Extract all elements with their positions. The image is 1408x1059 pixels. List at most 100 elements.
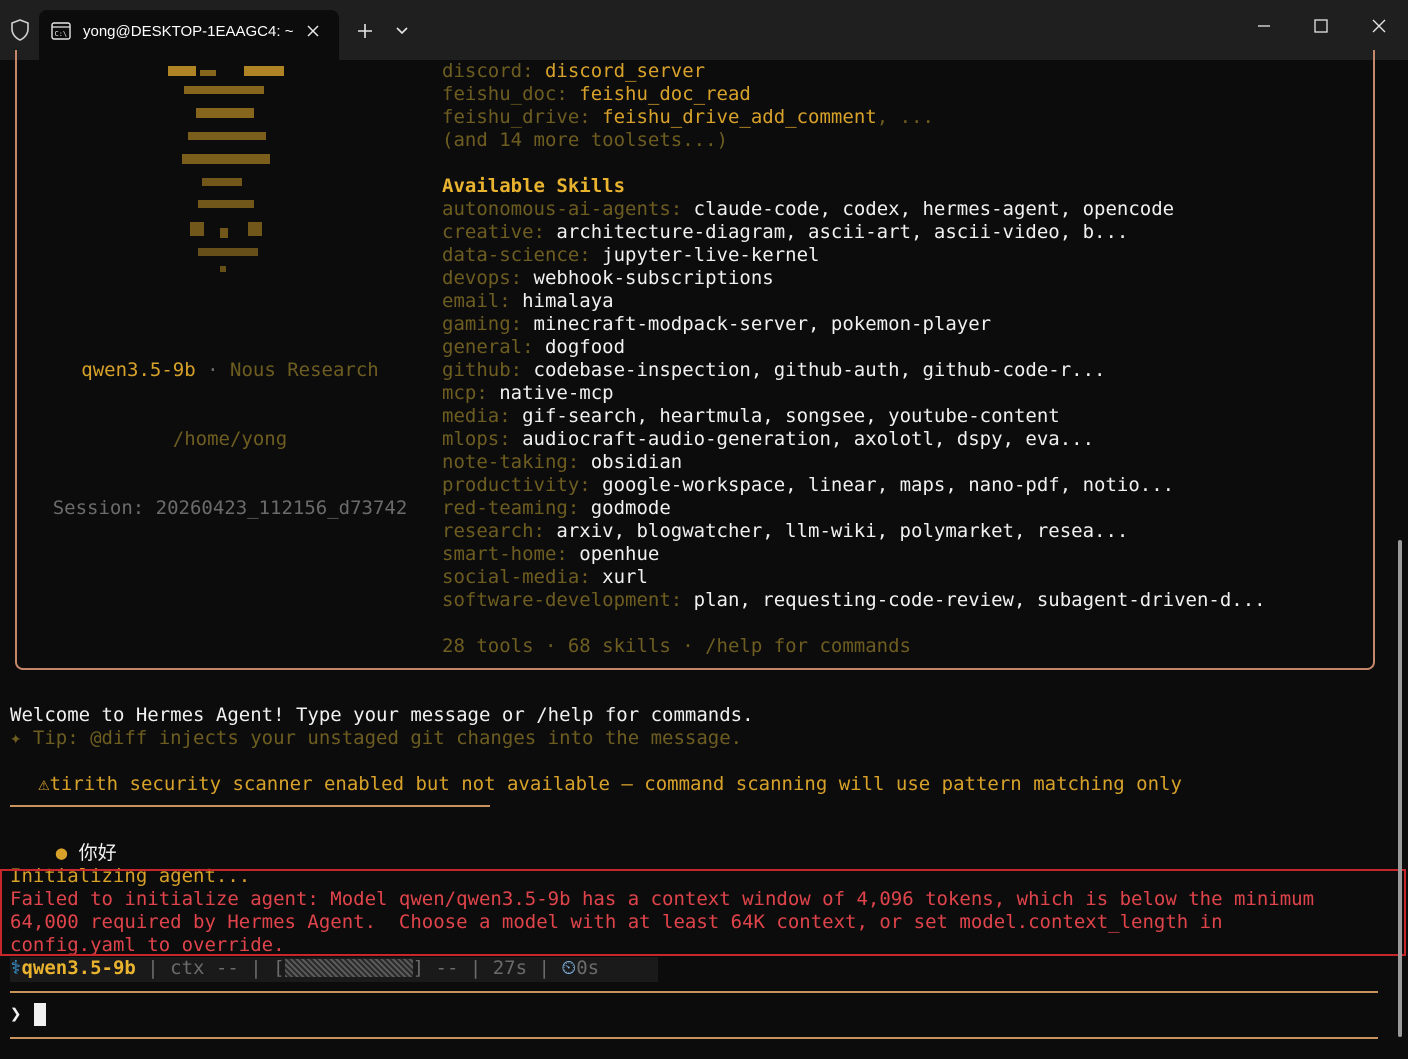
status-ctx: ctx --	[170, 957, 239, 979]
skill-row: email: himalaya	[442, 290, 614, 313]
model-separator: ·	[195, 359, 230, 381]
plus-icon[interactable]	[354, 20, 376, 42]
row-label: note-taking:	[442, 451, 591, 473]
toolset-row: feishu_drive: feishu_drive_add_comment, …	[442, 106, 934, 129]
toolset-row: discord: discord_server	[442, 60, 705, 83]
chevron-down-icon[interactable]	[393, 22, 411, 40]
skill-row: gaming: minecraft-modpack-server, pokemo…	[442, 313, 991, 336]
row-label: media:	[442, 405, 523, 427]
row-value: google-workspace, linear, maps, nano-pdf…	[602, 474, 1175, 496]
security-warning: ⚠tirith security scanner enabled but not…	[38, 773, 1182, 795]
row-label: email:	[442, 290, 523, 312]
caduceus-icon: ⚕	[10, 957, 22, 979]
model-name: qwen3.5-9b	[81, 359, 196, 381]
skill-row: red-teaming: godmode	[442, 497, 671, 520]
prompt-divider-top	[10, 991, 1378, 993]
skill-row: media: gif-search, heartmula, songsee, y…	[442, 405, 1060, 428]
tip-line: ✦ Tip: @diff injects your unstaged git c…	[10, 727, 743, 749]
row-label: productivity:	[442, 474, 603, 496]
row-label: mlops:	[442, 428, 523, 450]
skill-row: productivity: google-workspace, linear, …	[442, 474, 1174, 497]
row-label: mcp:	[442, 382, 500, 404]
row-label: social-media:	[442, 566, 603, 588]
skill-row: devops: webhook-subscriptions	[442, 267, 774, 290]
row-value: discord_server	[544, 60, 706, 82]
row-value: dogfood	[544, 336, 626, 358]
status-elapsed: 27s	[492, 957, 528, 979]
user-message: ● 你好	[10, 819, 117, 864]
user-bullet-icon: ●	[55, 842, 68, 864]
row-value: webhook-subscriptions	[533, 267, 774, 289]
row-value: gif-search, heartmula, songsee, youtube-…	[522, 405, 1060, 427]
shield-icon[interactable]	[8, 18, 32, 42]
svg-text:C:\: C:\	[55, 30, 68, 38]
terminal-output[interactable]: qwen3.5-9b · Nous Research /home/yong Se…	[0, 50, 1408, 1059]
close-icon[interactable]	[303, 21, 323, 41]
skill-row: software-development: plan, requesting-c…	[442, 589, 1266, 612]
scrollbar[interactable]	[1398, 540, 1402, 1037]
row-label: feishu_doc:	[442, 83, 580, 105]
row-value: audiocraft-audio-generation, axolotl, ds…	[522, 428, 1095, 450]
row-label: creative:	[442, 221, 557, 243]
skill-row: creative: architecture-diagram, ascii-ar…	[442, 221, 1128, 244]
row-label: data-science:	[442, 244, 603, 266]
row-value: minecraft-modpack-server, pokemon-player	[533, 313, 992, 335]
skill-row: data-science: jupyter-live-kernel	[442, 244, 820, 267]
error-highlight-box	[0, 869, 1406, 956]
row-value: codebase-inspection, github-auth, github…	[533, 359, 1106, 381]
row-value: xurl	[602, 566, 648, 588]
row-value: architecture-diagram, ascii-art, ascii-v…	[556, 221, 1129, 243]
skill-row: github: codebase-inspection, github-auth…	[442, 359, 1105, 382]
maximize-icon[interactable]	[1307, 12, 1335, 40]
row-value: feishu_drive_add_comment	[602, 106, 877, 128]
row-label: feishu_drive:	[442, 106, 603, 128]
skill-row: note-taking: obsidian	[442, 451, 682, 474]
divider-short	[10, 805, 490, 807]
prompt-divider-bottom	[10, 1037, 1378, 1039]
row-label: autonomous-ai-agents:	[442, 198, 694, 220]
window-close-icon[interactable]	[1365, 12, 1393, 40]
status-sep: |	[238, 957, 274, 979]
toolsets-more: (and 14 more toolsets...)	[442, 129, 728, 151]
minimize-icon[interactable]	[1250, 12, 1278, 40]
row-label: smart-home:	[442, 543, 580, 565]
row-suffix: , ...	[876, 106, 934, 128]
skill-row: research: arxiv, blogwatcher, llm-wiki, …	[442, 520, 1128, 543]
tab-title: yong@DESKTOP-1EAAGC4: ~	[83, 23, 294, 40]
row-label: devops:	[442, 267, 534, 289]
row-label: general:	[442, 336, 545, 358]
working-dir: /home/yong	[172, 428, 288, 450]
hermes-logo	[168, 66, 284, 272]
status-bar-value: --	[435, 957, 459, 979]
row-label: discord:	[442, 60, 545, 82]
skill-row: smart-home: openhue	[442, 543, 659, 566]
skill-row: general: dogfood	[442, 336, 625, 359]
timer-icon: ⏲	[561, 957, 577, 979]
row-label: research:	[442, 520, 557, 542]
row-value: godmode	[590, 497, 671, 519]
row-value: openhue	[579, 543, 660, 565]
input-cursor[interactable]	[34, 1003, 46, 1026]
status-bar-close: ]	[412, 957, 425, 979]
row-label: software-development:	[442, 589, 694, 611]
skill-row: mlops: audiocraft-audio-generation, axol…	[442, 428, 1094, 451]
row-label: red-teaming:	[442, 497, 591, 519]
status-bar-open: [	[273, 957, 285, 979]
row-value: plan, requesting-code-review, subagent-d…	[693, 589, 1266, 611]
row-value: claude-code, codex, hermes-agent, openco…	[693, 198, 1175, 220]
skill-row: social-media: xurl	[442, 566, 648, 589]
model-info: qwen3.5-9b · Nous Research /home/yong Se…	[30, 313, 430, 566]
prompt-symbol: ❯	[10, 1003, 22, 1025]
row-value: arxiv, blogwatcher, llm-wiki, polymarket…	[556, 520, 1129, 542]
row-label: github:	[442, 359, 534, 381]
status-sep: |	[135, 957, 171, 979]
session-id: Session: 20260423_112156_d73742	[52, 497, 408, 519]
row-label: gaming:	[442, 313, 534, 335]
skill-row: autonomous-ai-agents: claude-code, codex…	[442, 198, 1174, 221]
terminal-icon: C:\	[51, 22, 71, 40]
status-bar: ⚕qwen3.5-9b | ctx -- | [] -- | 27s | ⏲0s	[10, 957, 658, 982]
summary-line: 28 tools · 68 skills · /help for command…	[442, 635, 911, 657]
skills-heading: Available Skills	[442, 175, 626, 197]
status-sep: |	[458, 957, 493, 979]
status-model: qwen3.5-9b	[21, 957, 136, 979]
